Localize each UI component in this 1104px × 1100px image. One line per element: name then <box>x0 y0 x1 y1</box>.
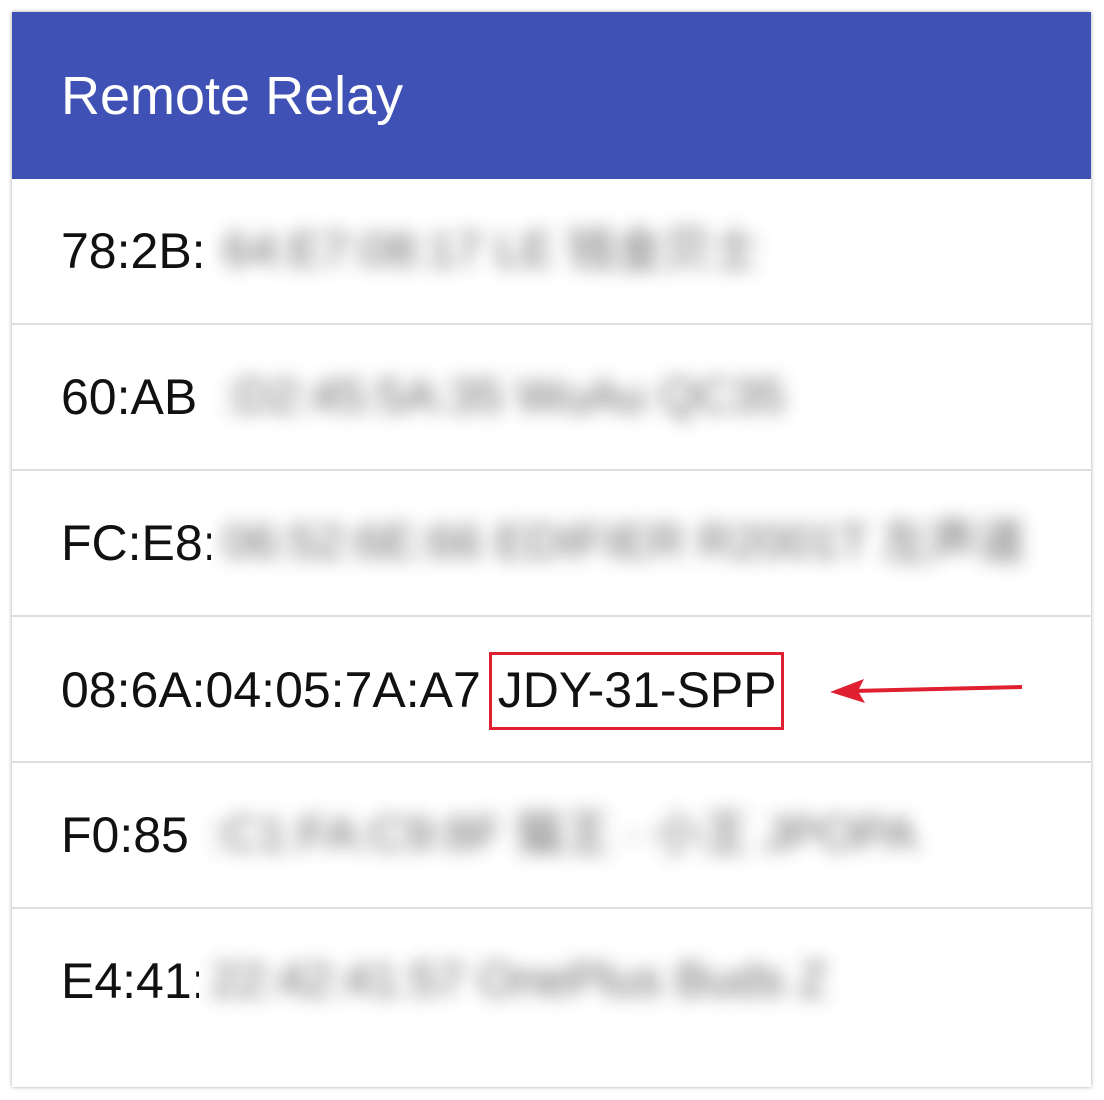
device-address: F0:85 <box>61 807 189 863</box>
app-bar: Remote Relay <box>12 12 1091 179</box>
device-address: FC:E8: <box>61 515 217 571</box>
redaction-blur: 64:E7:08:17 LE 钱金贝士 <box>211 187 1061 315</box>
redaction-blur: :C1:FA:C9:8F 猫王 · 小王 JPOPA <box>199 763 1029 897</box>
blurred-device-info: :D2:45:5A:35 WuAu QC35 <box>223 370 786 423</box>
device-row[interactable]: E4:41: 22:42:41:57 OnePlus Buds Z <box>12 909 1091 1055</box>
device-address: 60:AB <box>61 369 198 425</box>
blurred-device-info: :C1:FA:C9:8F 猫王 · 小王 JPOPA <box>211 808 917 861</box>
device-list: 78:2B: 64:E7:08:17 LE 钱金贝士 60:AB :D2:45:… <box>12 179 1091 1055</box>
device-address: 08:6A:04:05:7A:A7 <box>61 662 481 718</box>
blurred-device-info: 06:52:6E:66 EDIFIER R2001T 左声道 <box>223 516 1026 569</box>
blurred-device-info: 64:E7:08:17 LE 钱金贝士 <box>223 224 760 277</box>
app-window: Remote Relay 78:2B: 64:E7:08:17 LE 钱金贝士 … <box>12 12 1091 1087</box>
device-row[interactable]: F0:85 :C1:FA:C9:8F 猫王 · 小王 JPOPA <box>12 763 1091 909</box>
red-arrow-icon <box>830 679 1022 703</box>
device-row[interactable]: 78:2B: 64:E7:08:17 LE 钱金贝士 <box>12 179 1091 325</box>
highlight-box: JDY-31-SPP <box>488 652 784 730</box>
device-name: JDY-31-SPP <box>497 662 777 718</box>
blurred-device-info: 22:42:41:57 OnePlus Buds Z <box>211 954 828 1007</box>
device-row[interactable]: 60:AB :D2:45:5A:35 WuAu QC35 <box>12 325 1091 471</box>
app-title: Remote Relay <box>61 66 404 126</box>
redaction-blur: 22:42:41:57 OnePlus Buds Z <box>199 909 1029 1039</box>
device-row[interactable]: FC:E8: 06:52:6E:66 EDIFIER R2001T 左声道 <box>12 471 1091 617</box>
device-address: 78:2B: <box>61 223 206 279</box>
device-row-highlighted[interactable]: 08:6A:04:05:7A:A7 JDY-31-SPP <box>12 617 1091 763</box>
redaction-blur: 06:52:6E:66 EDIFIER R2001T 左声道 <box>211 479 1061 609</box>
device-entry: 08:6A:04:05:7A:A7 JDY-31-SPP <box>61 652 784 730</box>
device-address: E4:41: <box>61 953 206 1009</box>
redaction-blur: :D2:45:5A:35 WuAu QC35 <box>211 333 1061 463</box>
